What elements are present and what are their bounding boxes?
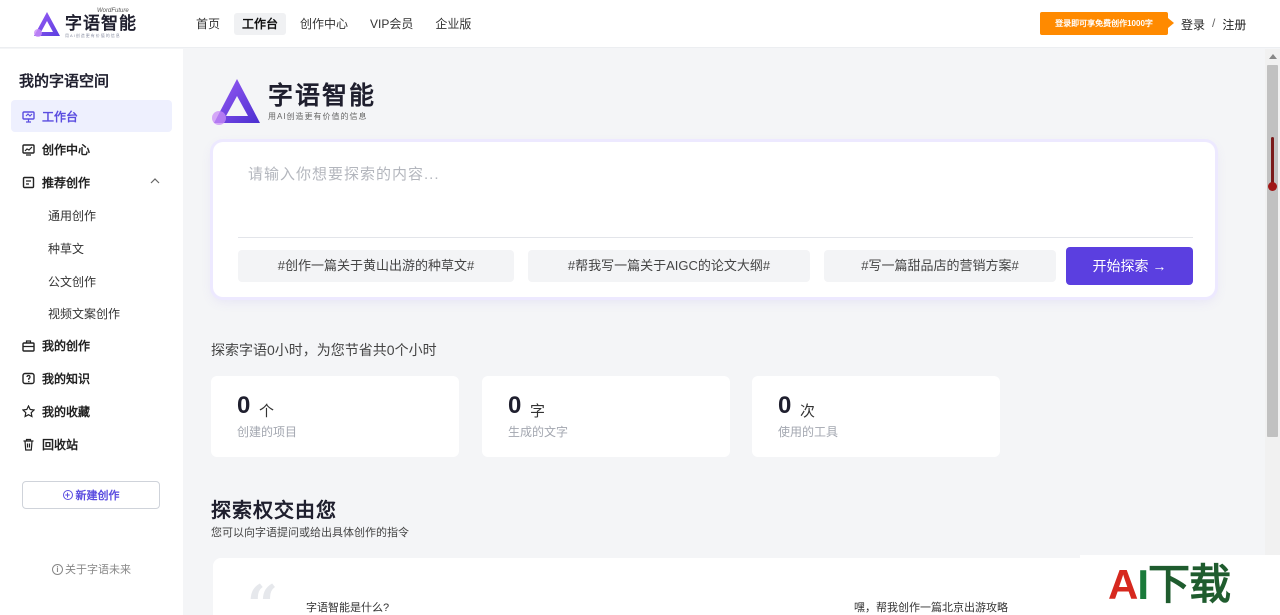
- monitor-icon: [22, 110, 35, 123]
- chart-icon: [22, 143, 35, 156]
- stat-label: 创建的项目: [237, 425, 298, 439]
- stat-value: 0: [237, 392, 251, 419]
- suggestion-chip-dessert[interactable]: #写一篇甜品店的营销方案#: [824, 250, 1056, 282]
- search-input[interactable]: [248, 159, 1178, 189]
- sidebar-item-workbench[interactable]: 工作台: [11, 100, 172, 132]
- sidebar: 我的字语空间 工作台 创作中心 推荐创作 通用创作 种草文 公文创作 视频文案创…: [0, 49, 183, 615]
- nav-workbench[interactable]: 工作台: [234, 13, 287, 35]
- nav-vip[interactable]: VIP会员: [362, 13, 421, 35]
- search-card: #创作一篇关于黄山出游的种草文# #帮我写一篇关于AIGC的论文大纲# #写一篇…: [213, 142, 1215, 297]
- stat-value: 0: [778, 392, 792, 419]
- sidebar-subitem-official[interactable]: 公文创作: [48, 273, 96, 290]
- about-link[interactable]: i 关于字语未来: [52, 561, 131, 577]
- new-creation-label: 新建创作: [75, 490, 120, 502]
- auth-separator: /: [1212, 16, 1216, 30]
- watermark: AI下载: [1080, 555, 1280, 615]
- suggestion-chip-aigc[interactable]: #帮我写一篇关于AIGC的论文大纲#: [528, 250, 810, 282]
- promo-badge[interactable]: 登录即可享免费创作1000字: [1040, 12, 1174, 35]
- stat-unit: 次: [800, 403, 816, 420]
- stat-label: 使用的工具: [778, 425, 839, 439]
- logo-subtitle: 用AI创造更有价值的信息: [65, 33, 121, 38]
- about-label: 关于字语未来: [65, 564, 131, 576]
- page-scrollbar[interactable]: [1265, 49, 1280, 555]
- register-link[interactable]: 注册: [1222, 16, 1246, 33]
- sidebar-subitem-seeding[interactable]: 种草文: [48, 240, 84, 257]
- sidebar-title: 我的字语空间: [19, 73, 110, 90]
- doc-icon: [22, 176, 35, 189]
- stat-unit: 字: [530, 403, 546, 420]
- explore-title: 探索权交由您: [211, 500, 337, 522]
- sidebar-item-label: 我的创作: [42, 338, 91, 353]
- sidebar-item-label: 创作中心: [42, 142, 91, 157]
- explore-subtitle: 您可以向字语提问或给出具体创作的指令: [211, 527, 409, 539]
- sidebar-item-label: 推荐创作: [42, 175, 91, 190]
- sidebar-subitem-general[interactable]: 通用创作: [48, 207, 96, 224]
- briefcase-icon: [22, 339, 35, 352]
- sidebar-item-label: 回收站: [42, 437, 79, 452]
- trash-icon: [22, 438, 35, 451]
- watermark-logo: AI下载: [1108, 561, 1231, 608]
- sidebar-item-label: 我的知识: [42, 371, 91, 386]
- logo-name: 字语智能: [65, 14, 137, 33]
- scroll-thumb[interactable]: [1267, 65, 1278, 437]
- stat-card-projects: 0 个 创建的项目: [211, 376, 459, 457]
- sidebar-item-favorites[interactable]: 我的收藏: [11, 395, 172, 427]
- stat-value: 0: [508, 392, 522, 419]
- hero-brand-name: 字语智能: [268, 82, 377, 110]
- sidebar-item-my-knowledge[interactable]: 我的知识: [11, 362, 172, 394]
- stat-unit: 个: [259, 403, 275, 420]
- sidebar-item-label: 我的收藏: [42, 404, 91, 419]
- sidebar-item-my-creations[interactable]: 我的创作: [11, 329, 172, 361]
- scroll-up-arrow-icon[interactable]: [1269, 54, 1277, 59]
- search-divider: [238, 237, 1193, 238]
- hero-logo-mark-icon: [212, 79, 260, 125]
- info-icon: i: [52, 563, 63, 575]
- hero-subtitle: 用AI创造更有价值的信息: [268, 112, 368, 121]
- stat-card-words: 0 字 生成的文字: [482, 376, 730, 457]
- example-question-what[interactable]: 字语智能是什么?: [306, 599, 389, 615]
- brand-logo[interactable]: WordFuture 字语智能 用AI创造更有价值的信息: [32, 8, 137, 39]
- sidebar-item-label: 工作台: [42, 109, 79, 124]
- suggestion-chip-huangshan[interactable]: #创作一篇关于黄山出游的种草文#: [238, 250, 514, 282]
- explore-summary: 探索字语0小时，为您节省共0个小时: [211, 342, 437, 358]
- star-icon: [22, 404, 35, 418]
- sidebar-item-recycle-bin[interactable]: 回收站: [11, 428, 172, 460]
- stat-card-tools: 0 次 使用的工具: [752, 376, 1000, 457]
- quote-icon: “: [247, 573, 279, 615]
- nav-creation-center[interactable]: 创作中心: [292, 13, 356, 35]
- stat-label: 生成的文字: [508, 425, 569, 439]
- chevron-up-icon: [150, 176, 160, 187]
- sidebar-item-recommended[interactable]: 推荐创作: [11, 166, 172, 198]
- sidebar-item-creation-center[interactable]: 创作中心: [11, 133, 172, 165]
- example-questions-card: “ 字语智能是什么? 嘿，帮我创作一篇北京出游攻略: [213, 558, 1093, 615]
- scroll-marker-icon: [1268, 137, 1277, 191]
- example-question-beijing[interactable]: 嘿，帮我创作一篇北京出游攻略: [854, 599, 1008, 615]
- logo-mark-icon: [34, 11, 60, 37]
- top-bar: WordFuture 字语智能 用AI创造更有价值的信息 首页 工作台 创作中心…: [0, 0, 1280, 48]
- nav-home[interactable]: 首页: [188, 13, 228, 35]
- auth-links: 登录 / 注册: [1181, 16, 1246, 33]
- new-creation-button[interactable]: + 新建创作: [22, 481, 160, 509]
- main-nav: 首页 工作台 创作中心 VIP会员 企业版: [188, 13, 485, 35]
- sidebar-subitem-video[interactable]: 视频文案创作: [48, 305, 120, 322]
- nav-enterprise[interactable]: 企业版: [427, 13, 479, 35]
- login-link[interactable]: 登录: [1181, 16, 1205, 33]
- question-icon: [22, 372, 35, 385]
- start-explore-button[interactable]: 开始探索 →: [1066, 247, 1193, 285]
- hero-logo: 字语智能 用AI创造更有价值的信息: [210, 77, 376, 127]
- plus-circle-icon: +: [62, 490, 73, 500]
